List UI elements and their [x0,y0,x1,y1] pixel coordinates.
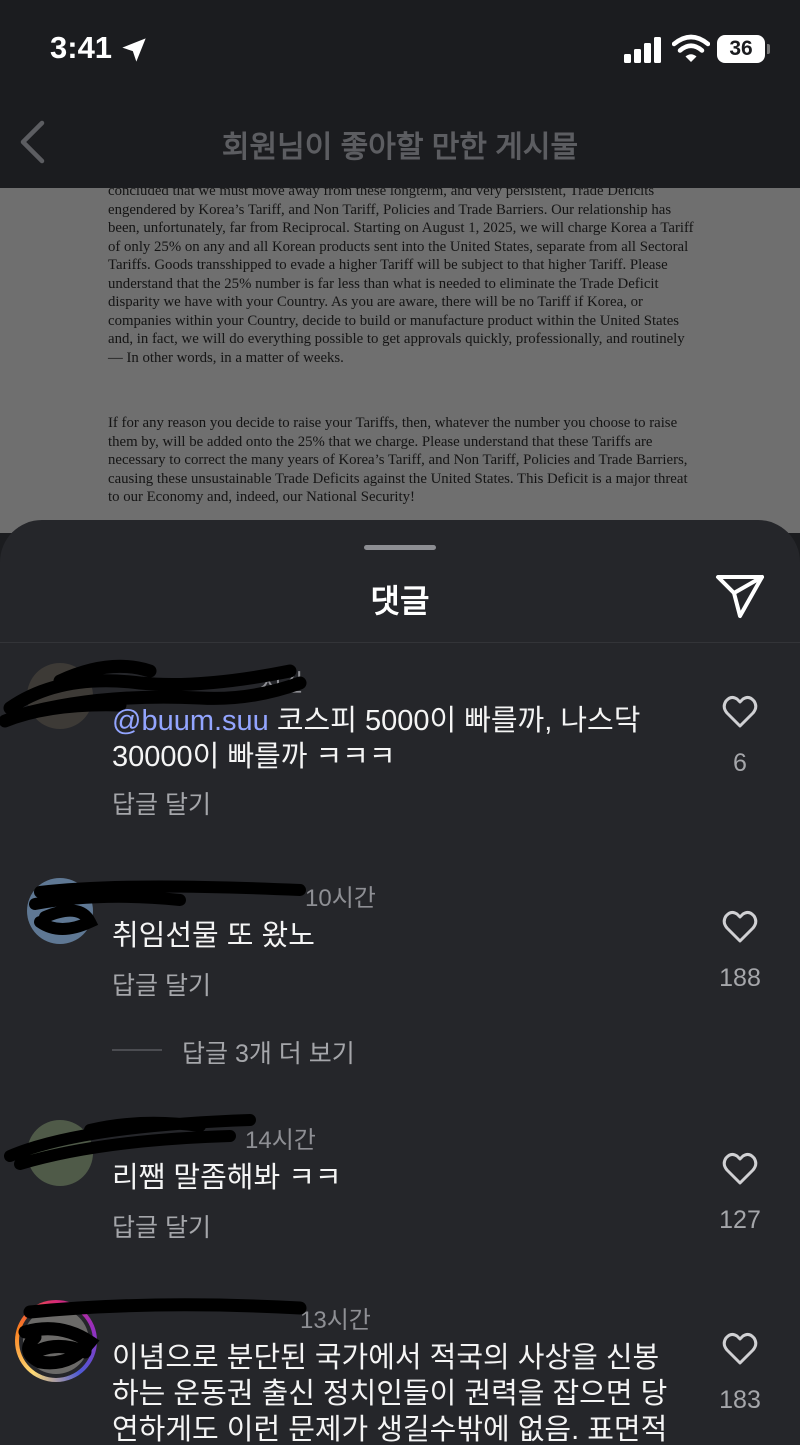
wifi-icon [672,34,710,62]
document-paragraph-1: concluded that we must move away from th… [108,188,694,366]
comment-text: 이념으로 분단된 국가에서 적국의 사상을 신봉하는 운동권 출신 정치인들이 … [112,1342,668,1445]
like-count: 188 [719,964,761,992]
view-more-line [112,1049,162,1051]
sheet-drag-handle[interactable] [364,545,436,550]
comment-text: 취임선물 또 왔노 [112,920,315,952]
page-header: 회원님이 좋아할 만한 게시물 [0,100,800,188]
comments-title: 댓글 [370,583,430,619]
like-count: 6 [733,749,747,777]
page-title: 회원님이 좋아할 만한 게시물 [221,131,579,164]
reply-button[interactable]: 답글 달기 [112,1208,211,1244]
heart-icon[interactable] [722,1332,758,1366]
comment-mention[interactable]: @buum.suu [112,705,269,737]
heart-icon[interactable] [722,1152,758,1186]
comment-text: @buum.suu 코스피 5000이 빠를까, 나스닥 30000이 빠를까 … [112,705,641,773]
cellular-signal-icon [624,37,661,63]
post-document-image: concluded that we must move away from th… [0,188,800,533]
view-more-replies-button[interactable]: 답글 3개 더 보기 [182,1034,355,1070]
status-time: 3:41 [50,30,113,65]
status-bar: 3:41 36 [0,0,800,100]
like-count: 183 [719,1386,761,1414]
reply-button[interactable]: 답글 달기 [112,785,211,821]
sheet-divider [0,642,800,643]
comments-sheet: 댓글 시간 @buum.suu 코스피 5000이 빠를까, 나스닥 30000… [0,520,800,1445]
reply-button[interactable]: 답글 달기 [112,966,211,1002]
send-share-icon[interactable] [714,572,766,620]
heart-icon[interactable] [722,910,758,944]
heart-icon[interactable] [722,695,758,729]
comment-text: 리쨈 말좀해봐 ㅋㅋ [112,1162,342,1194]
location-arrow-icon [122,38,146,62]
like-count: 127 [719,1206,761,1234]
document-paragraph-2: If for any reason you decide to raise yo… [108,415,688,505]
battery-indicator: 36 [717,35,770,63]
